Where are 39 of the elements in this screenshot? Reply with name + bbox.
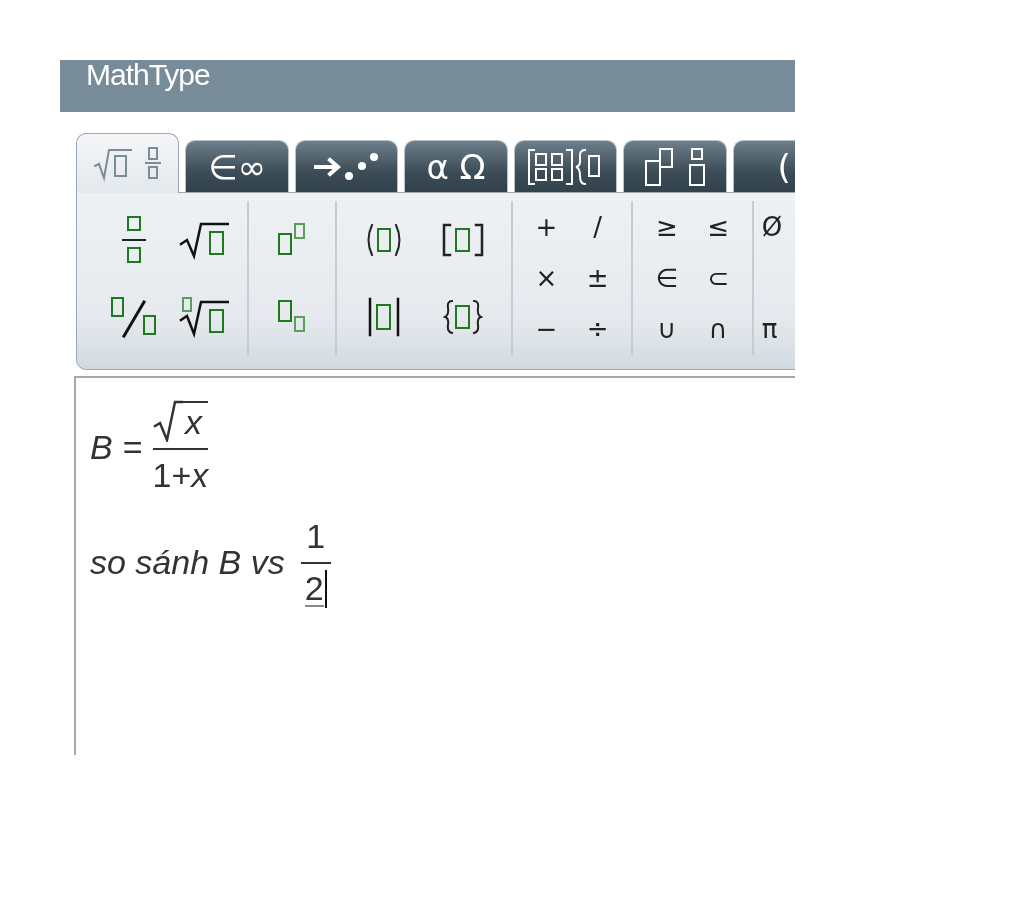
palette-tab[interactable]: ∈∞	[185, 140, 289, 192]
palette-tab[interactable]	[513, 140, 618, 192]
superscript-template-icon[interactable]	[276, 221, 307, 258]
arrow-dots-icon	[313, 151, 380, 182]
math-text: so sánh B vs	[90, 543, 285, 582]
palette-tab[interactable]	[623, 140, 727, 192]
equals-sign: =	[122, 428, 143, 467]
symbol-button[interactable]: /	[593, 213, 603, 240]
symbol-button[interactable]: ÷	[586, 316, 609, 343]
symbol-button[interactable]: ∪	[657, 316, 677, 343]
subscript-template-icon[interactable]	[276, 298, 307, 335]
text-cursor	[324, 570, 327, 608]
root-fraction-icon	[92, 145, 163, 182]
box-scripts-icon	[643, 146, 706, 187]
symbol-button[interactable]: +	[535, 213, 558, 240]
nth-root-template-icon[interactable]	[178, 295, 229, 338]
radical-sign-icon	[152, 400, 183, 442]
window-title: MathType	[86, 60, 210, 90]
palette-tab[interactable]	[294, 140, 399, 192]
math-variable: B	[90, 428, 113, 467]
radicand: x	[182, 401, 208, 442]
fraction-template-icon[interactable]	[121, 213, 146, 266]
denominator: 2	[304, 571, 324, 607]
symbol-button[interactable]: −	[535, 316, 558, 343]
symbol-button[interactable]: ∈	[655, 265, 679, 291]
symbol-button[interactable]: ≥	[656, 213, 678, 240]
symbol-button[interactable]: ⊂	[707, 265, 730, 291]
palette-tab[interactable]: (	[732, 140, 795, 192]
symbol-button[interactable]: ×	[535, 265, 558, 291]
braces-template-icon[interactable]	[443, 298, 484, 335]
slash-fraction-template-icon[interactable]	[109, 295, 158, 338]
palette-tab[interactable]: α Ω	[404, 140, 508, 192]
numerator: 1	[306, 517, 326, 556]
symbol-button[interactable]: π	[761, 316, 778, 343]
symbol-button[interactable]: ±	[586, 265, 609, 291]
symbol-button[interactable]: Ø	[761, 213, 783, 240]
denominator: 1+x	[152, 456, 209, 495]
symbol-button[interactable]: ∩	[708, 316, 728, 343]
symbol-button[interactable]: ≤	[707, 213, 730, 240]
